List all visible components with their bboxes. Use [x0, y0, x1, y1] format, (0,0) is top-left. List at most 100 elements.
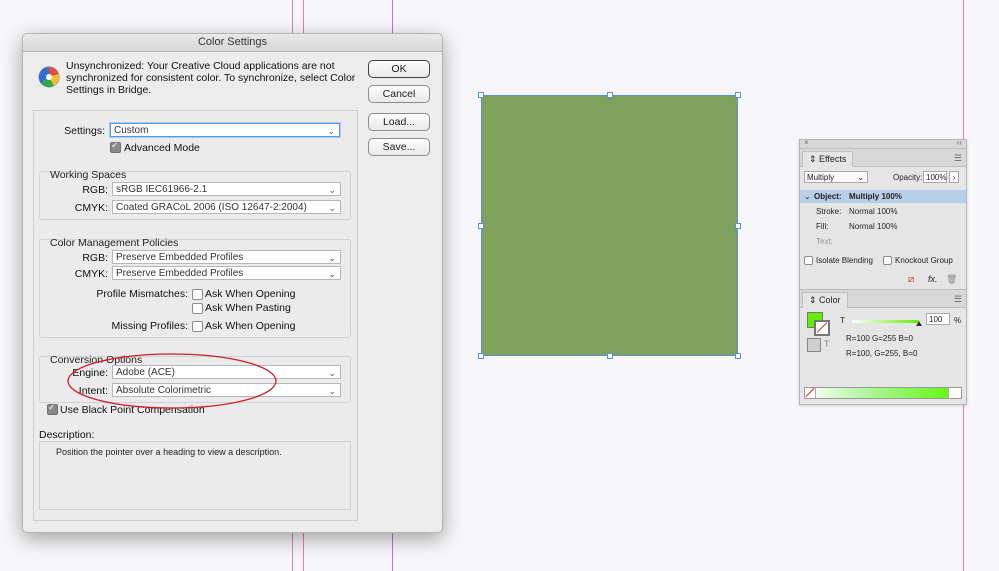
color-management-policies-group: Color Management Policies RGB: Preserve … [39, 237, 351, 338]
panel-titlebar: × ‹‹ [800, 138, 966, 149]
working-spaces-group: Working Spaces RGB: sRGB IEC61966-2.1 ⌄ C… [39, 169, 351, 220]
resize-handle[interactable] [478, 223, 484, 229]
red-annotation-ellipse [67, 353, 277, 409]
fill-label: Fill: [816, 222, 829, 231]
text-row: Text: [800, 235, 966, 248]
resize-handle[interactable] [735, 353, 741, 359]
cmyk-working-space-select[interactable]: Coated GRACoL 2006 (ISO 12647-2:2004) ⌄ [112, 200, 341, 214]
formatting-text-icon[interactable]: T [824, 339, 830, 349]
stroke-label: Stroke: [816, 207, 842, 216]
effects-tab-label: Effects [819, 154, 847, 164]
ask-when-pasting-label: Ask When Pasting [205, 302, 291, 314]
advanced-mode-label: Advanced Mode [124, 142, 200, 154]
color-wheel-warning-icon [38, 66, 60, 88]
selected-green-rectangle[interactable] [481, 95, 738, 356]
chevron-down-icon: ⌄ [328, 185, 336, 195]
stroke-value: Normal 100% [849, 207, 898, 216]
chevron-down-icon: ⌄ [328, 203, 336, 213]
resize-handle[interactable] [607, 92, 613, 98]
collapse-icon[interactable]: ‹‹ [957, 138, 962, 147]
tab-color[interactable]: ⇕ Color [802, 292, 848, 308]
blend-mode-value: Multiply [807, 173, 835, 182]
opacity-label: Opacity: [893, 173, 923, 182]
cmyk-working-space-value: Coated GRACoL 2006 (ISO 12647-2:2004) [116, 202, 307, 213]
settings-label: Settings: [64, 125, 105, 137]
ok-button[interactable]: OK [368, 60, 430, 78]
object-label: Object: [814, 192, 842, 201]
tint-slider-thumb[interactable] [916, 321, 922, 326]
rgb-readout-secondary: R=100, G=255, B=0 [846, 349, 918, 358]
chevron-down-icon: ⌄ [328, 253, 336, 263]
panel-group: × ‹‹ ⇕ Effects ☰ Multiply ⌄ Opacity: 100%… [799, 138, 967, 405]
expand-icon: ⇕ [809, 154, 820, 164]
tab-effects[interactable]: ⇕ Effects [802, 151, 854, 167]
chevron-down-icon: ⌄ [857, 173, 864, 182]
fx-button[interactable]: fx. [928, 274, 938, 284]
chevron-down-icon: ⌄ [327, 126, 335, 136]
rgb-readout: R=100 G=255 B=0 [846, 334, 913, 343]
percent-sign: % [954, 316, 962, 325]
cmyk-label: CMYK: [74, 202, 108, 214]
resize-handle[interactable] [735, 223, 741, 229]
description-label: Description: [39, 429, 95, 441]
tint-slider[interactable] [852, 320, 919, 323]
isolate-blending-checkbox[interactable] [804, 256, 813, 265]
policy-rgb-label: RGB: [82, 252, 108, 264]
effects-tab-row: ⇕ Effects ☰ [800, 149, 966, 167]
settings-value: Custom [114, 125, 149, 136]
resize-handle[interactable] [735, 92, 741, 98]
load-button[interactable]: Load... [368, 113, 430, 131]
close-icon[interactable]: × [804, 138, 809, 147]
object-row[interactable]: ⌄ Object: Multiply 100% [800, 190, 966, 203]
save-button[interactable]: Save... [368, 138, 430, 156]
resize-handle[interactable] [607, 353, 613, 359]
rgb-policy-value: Preserve Embedded Profiles [116, 252, 244, 263]
fill-value: Normal 100% [849, 222, 898, 231]
white-swatch[interactable] [948, 388, 961, 398]
fill-row[interactable]: Fill: Normal 100% [800, 220, 966, 233]
rgb-label: RGB: [82, 184, 108, 196]
isolate-blending-label: Isolate Blending [816, 256, 873, 265]
text-label: Text: [816, 237, 833, 246]
missing-ask-when-opening-checkbox[interactable] [192, 321, 203, 332]
resize-handle[interactable] [478, 92, 484, 98]
rgb-policy-select[interactable]: Preserve Embedded Profiles ⌄ [112, 250, 341, 264]
dialog-title: Color Settings [23, 34, 442, 52]
rgb-working-space-select[interactable]: sRGB IEC61966-2.1 ⌄ [112, 182, 341, 196]
resize-handle[interactable] [478, 353, 484, 359]
color-tab-label: Color [819, 295, 841, 305]
knockout-group-checkbox[interactable] [883, 256, 892, 265]
color-ramp[interactable] [804, 387, 962, 399]
color-settings-dialog: Color Settings Unsynchronized: Your Crea… [22, 33, 443, 533]
stroke-row[interactable]: Stroke: Normal 100% [800, 205, 966, 218]
ask-when-pasting-checkbox[interactable] [192, 303, 203, 314]
chevron-down-icon: ⌄ [804, 192, 811, 201]
panel-menu-icon[interactable]: ☰ [954, 294, 962, 305]
unsynchronized-warning: Unsynchronized: Your Creative Cloud appl… [66, 60, 356, 96]
stroke-swatch[interactable] [814, 320, 830, 336]
color-tab-row: ⇕ Color ☰ [800, 290, 966, 308]
tint-field[interactable]: 100 [926, 313, 950, 325]
opacity-arrow-button[interactable]: › [949, 171, 959, 183]
policy-cmyk-label: CMYK: [74, 268, 108, 280]
trash-icon[interactable]: 🗑 [946, 274, 957, 285]
description-box: Position the pointer over a heading to v… [39, 441, 351, 510]
advanced-mode-checkbox[interactable] [110, 140, 121, 153]
blend-mode-select[interactable]: Multiply ⌄ [804, 171, 868, 183]
clear-effects-icon[interactable]: ⧄ [908, 274, 914, 285]
knockout-group-label: Knockout Group [895, 256, 953, 265]
cmyk-policy-select[interactable]: Preserve Embedded Profiles ⌄ [112, 266, 341, 280]
profile-mismatches-label: Profile Mismatches: [96, 288, 188, 300]
object-value: Multiply 100% [849, 192, 902, 201]
panel-menu-icon[interactable]: ☰ [954, 153, 962, 164]
formatting-container-button[interactable] [807, 338, 821, 352]
ask-when-opening-checkbox[interactable] [192, 289, 203, 300]
none-swatch[interactable] [805, 387, 816, 398]
settings-select[interactable]: Custom ⌄ [110, 123, 340, 137]
chevron-down-icon: ⌄ [328, 386, 336, 396]
cancel-button[interactable]: Cancel [368, 85, 430, 103]
black-point-checkbox[interactable] [47, 402, 58, 415]
chevron-down-icon: ⌄ [328, 269, 336, 279]
opacity-field[interactable]: 100% [923, 171, 947, 183]
cmyk-policy-value: Preserve Embedded Profiles [116, 268, 244, 279]
